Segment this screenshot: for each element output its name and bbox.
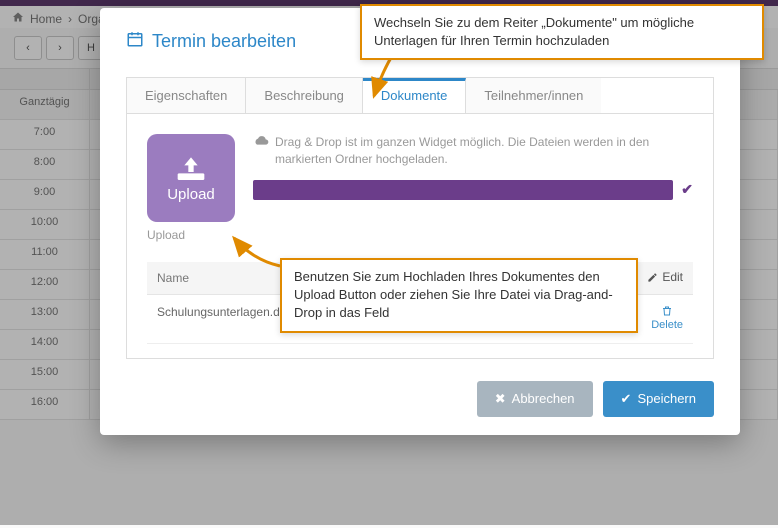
annotation-callout-2: Benutzen Sie zum Hochladen Ihres Dokumen…	[280, 258, 638, 333]
upload-sublabel: Upload	[147, 228, 235, 242]
upload-button-label: Upload	[167, 186, 215, 203]
th-edit: Edit	[637, 262, 693, 294]
pencil-icon	[647, 272, 658, 283]
calendar-icon	[126, 30, 144, 53]
cloud-icon	[253, 135, 269, 149]
tab-participants[interactable]: Teilnehmer/innen	[466, 78, 601, 113]
modal-tabs: Eigenschaften Beschreibung Dokumente Tei…	[126, 77, 714, 113]
modal-footer: ✖ Abbrechen ✔ Speichern	[126, 381, 714, 417]
close-icon: ✖	[495, 391, 506, 407]
save-button[interactable]: ✔ Speichern	[603, 381, 714, 417]
drag-hint-text: Drag & Drop ist im ganzen Widget möglich…	[275, 134, 693, 168]
cancel-button[interactable]: ✖ Abbrechen	[477, 381, 593, 417]
trash-icon	[661, 305, 673, 317]
check-icon: ✔	[681, 181, 693, 198]
arrow-icon	[228, 232, 284, 272]
delete-button[interactable]: Delete	[651, 305, 683, 331]
annotation-callout-1: Wechseln Sie zu dem Reiter „Dokumente" u…	[360, 4, 764, 60]
upload-progress-bar	[253, 180, 673, 200]
drag-drop-hint: Drag & Drop ist im ganzen Widget möglich…	[253, 134, 693, 168]
modal-title-text: Termin bearbeiten	[152, 31, 296, 52]
tab-properties[interactable]: Eigenschaften	[127, 78, 246, 113]
upload-icon	[175, 154, 207, 182]
tab-description[interactable]: Beschreibung	[246, 78, 363, 113]
edit-header[interactable]: Edit	[647, 270, 683, 284]
upload-progress-row: ✔	[253, 180, 693, 200]
upload-button[interactable]: Upload	[147, 134, 235, 222]
edit-appointment-modal: Termin bearbeiten Eigenschaften Beschrei…	[100, 8, 740, 435]
check-icon: ✔	[621, 391, 632, 407]
